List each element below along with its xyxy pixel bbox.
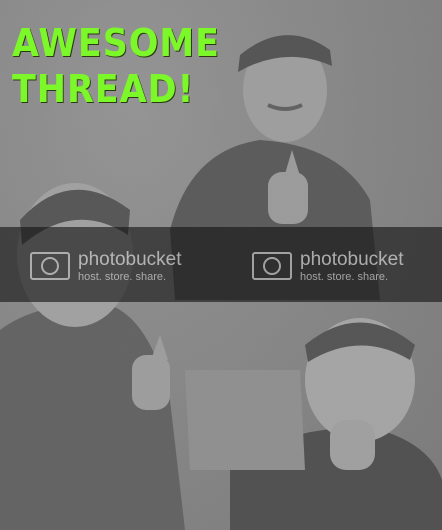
watermark-left: photobucket host. store. share. [30,248,182,284]
headline-text: AWESOME THREAD! [12,21,220,111]
watermark-tagline: host. store. share. [78,270,167,283]
watermark-brand: photobucket [78,248,182,270]
watermark-right: photobucket host. store. share. [252,248,404,284]
watermark-brand: photobucket [300,248,404,270]
meme-photo: AWESOME THREAD! photobucket host. store.… [0,0,442,530]
camera-frame-icon [30,252,70,280]
camera-frame-icon [252,252,292,280]
watermark-tagline: host. store. share. [300,270,389,283]
